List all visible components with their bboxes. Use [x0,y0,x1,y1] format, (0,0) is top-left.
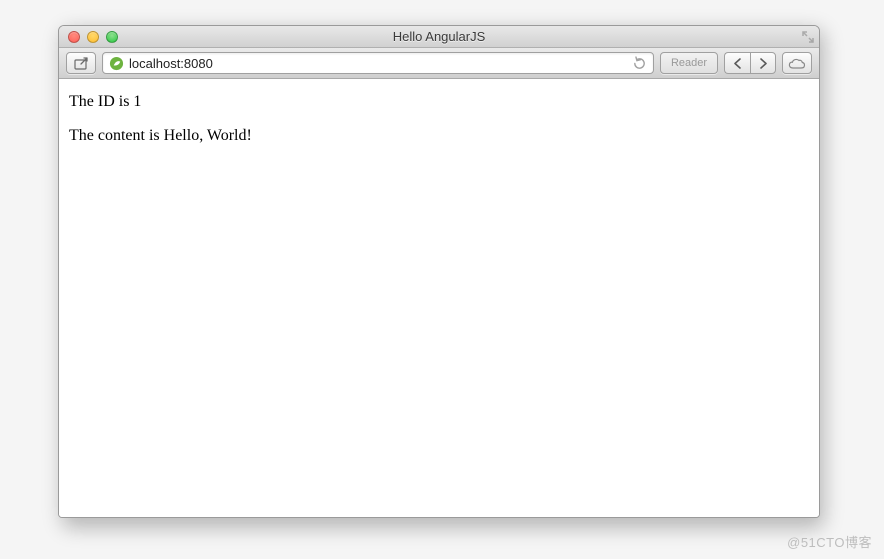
reload-button[interactable] [632,56,647,71]
cloud-icon [788,57,806,69]
chevron-left-icon [733,58,742,69]
close-button[interactable] [68,31,80,43]
id-text: The ID is 1 [69,93,809,111]
chevron-right-icon [759,58,768,69]
window-title: Hello AngularJS [59,29,819,44]
traffic-lights [68,31,118,43]
reader-button[interactable]: Reader [660,52,718,74]
favicon-spring-icon [109,56,124,71]
watermark: @51CTO博客 [787,532,872,551]
forward-button[interactable] [750,52,776,74]
page-content: The ID is 1 The content is Hello, World! [59,79,819,517]
fullscreen-icon[interactable] [801,30,815,44]
content-text: The content is Hello, World! [69,127,809,145]
share-button[interactable] [66,52,96,74]
toolbar: Reader [59,48,819,79]
titlebar: Hello AngularJS [59,26,819,48]
icloud-tabs-button[interactable] [782,52,812,74]
url-input[interactable] [129,56,627,71]
zoom-button[interactable] [106,31,118,43]
minimize-button[interactable] [87,31,99,43]
browser-window: Hello AngularJS Reader [58,25,820,518]
share-icon [74,57,89,70]
back-button[interactable] [724,52,750,74]
nav-group [724,52,776,74]
url-bar[interactable] [102,52,654,74]
